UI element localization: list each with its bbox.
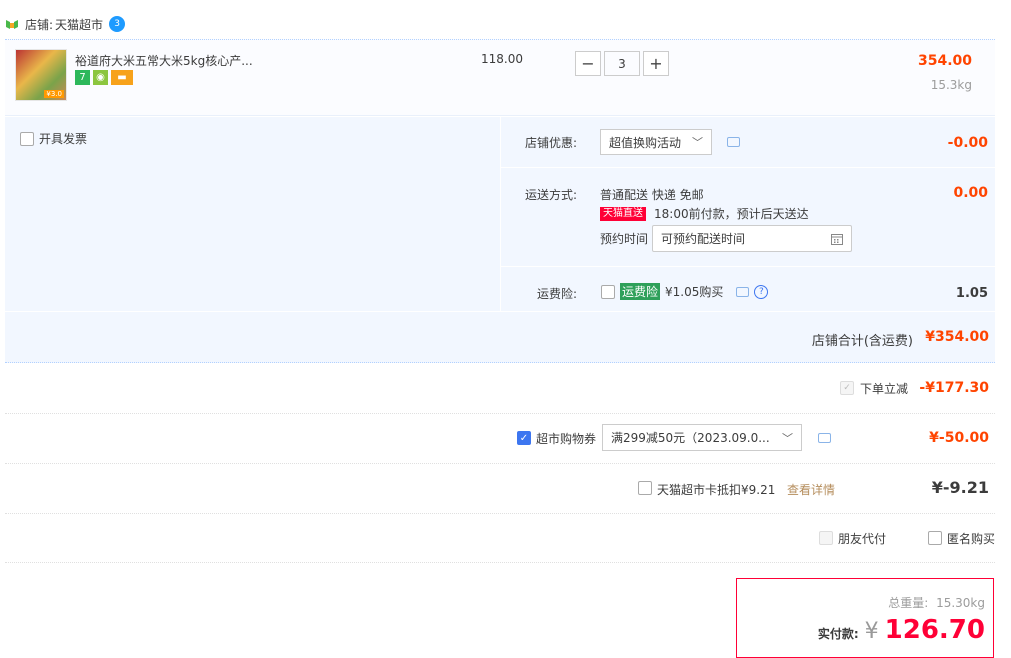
insurance-option[interactable]: 运费险 ¥1.05购买 ? — [601, 283, 769, 300]
card-payment-icon: ▬ — [111, 70, 133, 85]
order-item-row: ¥3.0 裕道府大米五常大米5kg核心产... 7 ◉ ▬ 118.00 − 3… — [5, 39, 995, 116]
insurance-badge: 运费险 — [620, 283, 661, 300]
shop-discount-row: 店铺优惠: 超值换购活动 ﹀ -0.00 — [501, 117, 996, 168]
total-weight-value: 15.30kg — [936, 596, 985, 610]
insurance-price: ¥1.05购买 — [665, 285, 724, 299]
delivery-info: 天猫直送 18:00前付款，预计后天送达 — [600, 205, 809, 222]
wangwang-badge: 3 — [114, 19, 120, 29]
quantity-input[interactable]: 3 — [604, 51, 640, 76]
shipping-method: 普通配送 快递 免邮 — [600, 188, 704, 202]
card-deduction-checkbox[interactable] — [638, 481, 652, 495]
coupon-checkbox[interactable]: ✓ — [517, 431, 531, 445]
paid-amount-value: 126.70 — [884, 615, 985, 645]
shop-discount-value: -0.00 — [947, 135, 988, 151]
final-payment-box: 总重量: 15.30kg 实付款: ¥ 126.70 — [736, 578, 994, 658]
increase-quantity-button[interactable]: + — [643, 51, 669, 76]
shop-label: 店铺: — [25, 17, 54, 32]
calendar-icon — [831, 233, 843, 245]
appointment-placeholder: 可预约配送时间 — [661, 232, 746, 246]
appointment-label: 预约时间 — [600, 232, 649, 246]
shop-discount-select[interactable]: 超值换购活动 ﹀ — [600, 129, 712, 155]
anonymous-purchase-label: 匿名购买 — [947, 532, 996, 546]
thumb-price-tag: ¥3.0 — [44, 90, 64, 98]
insurance-label: 运费险: — [537, 287, 578, 301]
shop-total-value: ¥354.00 — [925, 329, 989, 345]
item-subtotal: 354.00 — [917, 53, 972, 69]
total-weight-label: 总重量: — [888, 596, 929, 610]
anonymous-purchase-checkbox[interactable] — [928, 531, 942, 545]
item-weight: 15.3kg — [930, 78, 972, 92]
decrease-quantity-button[interactable]: − — [575, 51, 601, 76]
order-discount-value: -¥177.30 — [919, 380, 989, 396]
coupon-row: ✓ 超市购物券 满299减50元（2023.09.0... ﹀ ¥-50.00 — [5, 413, 995, 464]
appointment-time-input[interactable]: 可预约配送时间 — [652, 225, 852, 252]
extras-row: 朋友代付 匿名购买 — [5, 513, 995, 563]
card-deduction-row: 天猫超市卡抵扣¥9.21 查看详情 ¥-9.21 — [5, 463, 995, 514]
shop-discount-label: 店铺优惠: — [525, 136, 578, 150]
quantity-stepper: − 3 + — [575, 51, 669, 76]
service-tags: 7 ◉ ▬ — [75, 70, 133, 85]
help-icon[interactable]: ? — [754, 284, 769, 299]
delivery-estimate: 18:00前付款，预计后天送达 — [654, 207, 809, 221]
order-discount-checkbox: ✓ — [840, 381, 854, 395]
product-thumbnail[interactable]: ¥3.0 — [15, 49, 67, 101]
invoice-label: 开具发票 — [39, 132, 88, 146]
chevron-down-icon: ﹀ — [692, 136, 703, 149]
order-discount-row: ✓ 下单立减 -¥177.30 — [5, 363, 995, 414]
coupon-value: ¥-50.00 — [929, 430, 989, 446]
friend-pay-checkbox — [819, 531, 833, 545]
invoice-option[interactable]: 开具发票 — [20, 130, 87, 147]
message-icon[interactable] — [736, 286, 750, 297]
shop-discount-select-value: 超值换购活动 — [609, 135, 682, 150]
currency-symbol: ¥ — [864, 619, 879, 644]
order-options-panel: 开具发票 店铺优惠: 超值换购活动 ﹀ -0.00 运送方式: 普通配送 快递 … — [5, 117, 996, 311]
product-title-link[interactable]: 裕道府大米五常大米5kg核心产... — [75, 52, 253, 69]
shop-total-row: 店铺合计(含运费) ¥354.00 — [5, 312, 995, 363]
card-deduction-value: ¥-9.21 — [931, 478, 989, 497]
total-weight: 总重量: 15.30kg — [888, 594, 985, 611]
shipping-label: 运送方式: — [525, 188, 578, 202]
shop-options-column: 店铺优惠: 超值换购活动 ﹀ -0.00 运送方式: 普通配送 快递 免邮 0.… — [500, 117, 996, 311]
seven-day-return-icon: 7 — [75, 70, 90, 85]
order-discount-label: 下单立减 — [860, 382, 909, 396]
friend-pay-label: 朋友代付 — [838, 532, 887, 546]
insurance-value: 1.05 — [955, 286, 988, 301]
paid-amount: 实付款: ¥ 126.70 — [818, 615, 985, 645]
shipping-fee: 0.00 — [953, 185, 988, 201]
unit-price: 118.00 — [481, 52, 523, 66]
coupon-select-value: 满299减50元（2023.09.0... — [611, 431, 770, 445]
insurance-checkbox[interactable] — [601, 284, 615, 299]
guarantee-icon: ◉ — [93, 70, 108, 85]
card-deduction-label: 天猫超市卡抵扣¥9.21 — [657, 483, 776, 497]
chevron-down-icon: ﹀ — [782, 431, 793, 445]
coupon-select[interactable]: 满299减50元（2023.09.0... ﹀ — [602, 424, 802, 451]
shop-header: 店铺: 天猫超市 3 — [5, 12, 126, 36]
invoice-checkbox[interactable] — [20, 131, 34, 146]
paid-label: 实付款: — [817, 627, 859, 641]
coupon-label: 超市购物券 — [536, 432, 597, 446]
message-icon[interactable] — [727, 137, 740, 147]
shop-name[interactable]: 天猫超市 — [55, 16, 103, 33]
shipping-row: 运送方式: 普通配送 快递 免邮 0.00 天猫直送 18:00前付款，预计后天… — [501, 168, 996, 267]
shop-logo-icon — [6, 20, 18, 29]
wangwang-chat-icon[interactable]: 3 — [109, 16, 126, 32]
shipping-insurance-row: 运费险: 运费险 ¥1.05购买 ? 1.05 — [501, 267, 996, 311]
shop-total-label: 店铺合计(含运费) — [811, 334, 913, 349]
tmall-direct-badge: 天猫直送 — [600, 206, 646, 221]
message-icon[interactable] — [818, 433, 831, 443]
card-details-link[interactable]: 查看详情 — [787, 481, 835, 498]
